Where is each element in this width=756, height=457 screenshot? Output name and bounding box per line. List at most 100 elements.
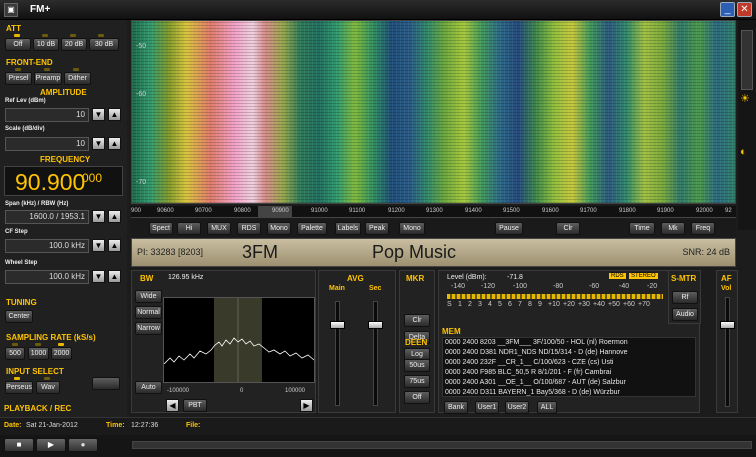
- amplitude-label: AMPLITUDE: [40, 88, 87, 97]
- mux-button[interactable]: MUX: [207, 222, 231, 235]
- deen-50us-button[interactable]: 50us: [404, 359, 430, 372]
- att-30db-button[interactable]: 30 dB: [89, 38, 119, 51]
- audio-spectrum[interactable]: [163, 297, 315, 383]
- att-off-button[interactable]: Off: [5, 38, 31, 51]
- span-field[interactable]: 1600.0 / 1953.1: [5, 210, 89, 224]
- date-value: Sat 21-Jan-2012: [26, 422, 78, 429]
- ref-level-field[interactable]: 10: [5, 108, 89, 122]
- span-down-button[interactable]: ▼: [92, 210, 105, 223]
- time-button[interactable]: Time: [629, 222, 655, 235]
- avg-sec-knob[interactable]: [368, 321, 383, 329]
- wide-button[interactable]: Wide: [135, 290, 162, 303]
- deen-off-button[interactable]: Off: [404, 391, 430, 404]
- pbt-button[interactable]: PBT: [183, 399, 207, 412]
- rate-500-button[interactable]: 500: [5, 347, 25, 360]
- scale-tick: 90600: [157, 208, 174, 214]
- rate-2000-button[interactable]: 2000: [51, 347, 72, 360]
- rf-button[interactable]: Rf: [672, 291, 698, 304]
- normal-button[interactable]: Normal: [135, 306, 162, 319]
- cf-step-down-button[interactable]: ▼: [92, 239, 105, 252]
- dbm-tick: -20: [647, 283, 658, 290]
- pause-button[interactable]: Pause: [495, 222, 523, 235]
- frequency-display[interactable]: 90.900 000: [4, 166, 123, 196]
- all-button[interactable]: ALL: [537, 401, 557, 414]
- ref-level-down-button[interactable]: ▼: [92, 108, 105, 121]
- att-20db-button[interactable]: 20 dB: [61, 38, 87, 51]
- mk-button[interactable]: Mk: [661, 222, 685, 235]
- memory-item[interactable]: 0000 2400 F985 BLC_50,5 R 8/1/201 - F (f…: [445, 369, 611, 376]
- waterfall-scrollbar[interactable]: [741, 30, 753, 90]
- memory-item[interactable]: 0000 2400 D381 NDR1_NDS ND/15/314 - D (d…: [445, 349, 628, 356]
- wheel-step-up-button[interactable]: ▲: [108, 270, 121, 283]
- date-label: Date:: [4, 422, 22, 429]
- wheel-step-field[interactable]: 100.0 kHz: [5, 270, 89, 284]
- record-button[interactable]: ●: [68, 438, 98, 452]
- preamp-button[interactable]: Preamp: [34, 72, 62, 85]
- perseus-button[interactable]: Perseus: [5, 381, 33, 394]
- rate-1000-button[interactable]: 1000: [28, 347, 49, 360]
- auto-button[interactable]: Auto: [135, 381, 162, 394]
- scale-field[interactable]: 10: [5, 137, 89, 151]
- deen-75us-button[interactable]: 75us: [404, 375, 430, 388]
- volume-knob[interactable]: [720, 321, 735, 329]
- pbt-right-button[interactable]: ▶: [300, 399, 313, 412]
- stop-button[interactable]: ■: [4, 438, 34, 452]
- memory-item[interactable]: 0000 2400 D311 BAYERN_1 Bay5/368 - D (de…: [445, 389, 620, 396]
- level-panel: Level (dBm): -71.8 RDS STEREO -140 -120 …: [438, 270, 700, 414]
- presel-button[interactable]: Presel: [5, 72, 32, 85]
- mkr-clr-button[interactable]: Clr: [404, 314, 430, 327]
- wav-button[interactable]: Wav: [36, 381, 60, 394]
- mkr-panel: MKR Clr Delta Log DEEN 50us 75us Off: [399, 270, 435, 413]
- waterfall-display[interactable]: -50 -60 -70: [131, 20, 736, 204]
- freq-button[interactable]: Freq: [691, 222, 715, 235]
- ref-level-up-button[interactable]: ▲: [108, 108, 121, 121]
- minimize-button[interactable]: _: [720, 2, 735, 17]
- mono-display-button[interactable]: Mono: [267, 222, 291, 235]
- rds-button[interactable]: RDS: [237, 222, 261, 235]
- tuning-label: TUNING: [6, 298, 37, 307]
- level-label: Level (dBm):: [447, 274, 487, 281]
- avg-sec-slider[interactable]: [373, 301, 378, 406]
- deen-label: DEEN: [405, 338, 428, 347]
- input-extra-button[interactable]: [92, 377, 120, 390]
- audio-button[interactable]: Audio: [672, 308, 698, 321]
- user2-button[interactable]: User2: [505, 401, 529, 414]
- memory-item[interactable]: 0000 2400 A301 __OE_1__ O/100/687 - AUT …: [445, 379, 626, 386]
- palette-button[interactable]: Palette: [297, 222, 327, 235]
- labels-button[interactable]: Labels: [335, 222, 361, 235]
- avg-main-knob[interactable]: [330, 321, 345, 329]
- pbt-left-button[interactable]: ◀: [166, 399, 179, 412]
- brightness-icon[interactable]: ☀: [740, 92, 750, 105]
- clr-button[interactable]: Clr: [556, 222, 580, 235]
- span-up-button[interactable]: ▲: [108, 210, 121, 223]
- memory-item[interactable]: 0000 2400 232F __CR_1__ C/100/623 - CZE …: [445, 359, 613, 366]
- scale-up-button[interactable]: ▲: [108, 137, 121, 150]
- user1-button[interactable]: User1: [475, 401, 499, 414]
- peak-button[interactable]: Peak: [365, 222, 389, 235]
- smtr-label: S-MTR: [671, 274, 697, 283]
- scale-down-button[interactable]: ▼: [92, 137, 105, 150]
- title-bar: ▣ FM+ _ ✕: [0, 0, 756, 20]
- scale-tick: 91800: [619, 208, 636, 214]
- contrast-icon[interactable]: ◐: [740, 146, 747, 158]
- memory-item[interactable]: 0000 2400 8203 __3FM___ 3F/100/50 - HOL …: [445, 339, 628, 346]
- narrow-button[interactable]: Narrow: [135, 322, 162, 335]
- cf-step-up-button[interactable]: ▲: [108, 239, 121, 252]
- bank-button[interactable]: Bank: [444, 401, 468, 414]
- play-button[interactable]: ▶: [36, 438, 66, 452]
- wheel-step-down-button[interactable]: ▼: [92, 270, 105, 283]
- memory-list[interactable]: 0000 2400 8203 __3FM___ 3F/100/50 - HOL …: [442, 337, 696, 397]
- spect-button[interactable]: Spect: [149, 222, 173, 235]
- dither-button[interactable]: Dither: [64, 72, 91, 85]
- rds-indicator: RDS: [609, 273, 626, 279]
- avg-main-slider[interactable]: [335, 301, 340, 406]
- hi-button[interactable]: Hi: [177, 222, 201, 235]
- volume-slider[interactable]: [725, 297, 730, 407]
- cf-step-field[interactable]: 100.0 kHz: [5, 239, 89, 253]
- mono-button[interactable]: Mono: [399, 222, 425, 235]
- att-10db-button[interactable]: 10 dB: [33, 38, 59, 51]
- left-panel: ATT Off 10 dB 20 dB 30 dB FRONT-END Pres…: [0, 20, 127, 436]
- close-button[interactable]: ✕: [737, 2, 752, 17]
- center-button[interactable]: Center: [5, 310, 33, 323]
- playback-progress[interactable]: [132, 441, 752, 449]
